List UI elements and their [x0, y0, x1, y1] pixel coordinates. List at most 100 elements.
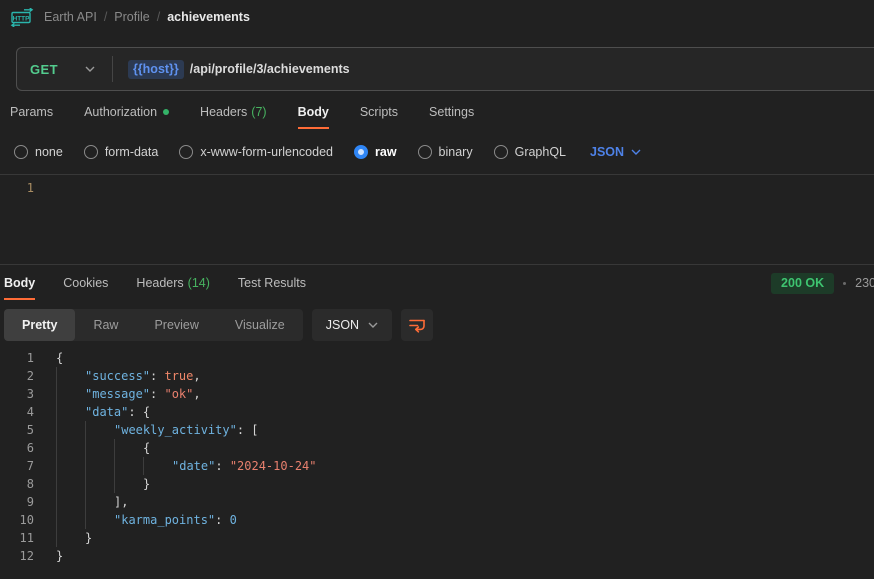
breadcrumb-separator: /: [157, 10, 160, 24]
response-format-label: JSON: [326, 318, 359, 332]
svg-text:HTTP: HTTP: [13, 15, 30, 22]
tab-authorization[interactable]: Authorization: [84, 98, 169, 129]
tab-label-params: Params: [10, 105, 53, 119]
line-content: "karma_points": 0: [56, 511, 237, 529]
response-view-switcher: PrettyRawPreviewVisualize: [4, 309, 303, 341]
response-tab-headers[interactable]: Headers(14): [136, 269, 209, 300]
token-punc: :: [150, 367, 164, 385]
token-punc: {: [56, 349, 63, 367]
token-key: "data": [85, 403, 128, 421]
line-content: "date": "2024-10-24": [56, 457, 317, 475]
body-mode-label-x-www-form-urlencoded: x-www-form-urlencoded: [200, 145, 333, 159]
tab-label-scripts: Scripts: [360, 105, 398, 119]
indent-guide: [114, 475, 143, 493]
url-bar: GET {{host}} /api/profile/3/achievements: [16, 47, 874, 91]
raw-language-dropdown[interactable]: JSON: [590, 145, 641, 159]
indent-guide: [85, 457, 114, 475]
indent-guide: [56, 457, 85, 475]
response-header: Body Cookies Headers(14) Test Results 200 O…: [0, 269, 874, 300]
line-content: "message": "ok",: [56, 385, 201, 403]
token-punc: ],: [114, 493, 128, 511]
body-mode-raw[interactable]: raw: [354, 145, 397, 159]
token-punc: {: [143, 439, 150, 457]
indent-guide: [114, 439, 143, 457]
tab-headers[interactable]: Headers(7): [200, 98, 267, 129]
body-mode-graphql[interactable]: GraphQL: [494, 145, 566, 159]
body-mode-label-none: none: [35, 145, 63, 159]
token-key: "message": [85, 385, 150, 403]
response-tab-label-test-results: Test Results: [238, 276, 306, 290]
status-badge: 200 OK: [771, 273, 834, 294]
response-tab-body[interactable]: Body: [4, 269, 35, 300]
token-key: "weekly_activity": [114, 421, 237, 439]
code-line: 12}: [0, 547, 874, 565]
response-tab-cookies[interactable]: Cookies: [63, 269, 108, 300]
view-tab-preview[interactable]: Preview: [136, 309, 216, 341]
response-format-dropdown[interactable]: JSON: [312, 309, 392, 341]
editor-line-number: 1: [0, 181, 34, 195]
code-line: 6{: [0, 439, 874, 457]
request-tabs: Params Authorization Headers(7) Body Scripts…: [10, 98, 874, 129]
indent-guide: [56, 367, 85, 385]
indent-guide: [143, 457, 172, 475]
indent-guide: [56, 439, 85, 457]
indent-guide: [85, 493, 114, 511]
indent-guide: [56, 385, 85, 403]
radio-icon-x-www-form-urlencoded: [179, 145, 193, 159]
response-tab-label-body: Body: [4, 276, 35, 290]
body-mode-label-graphql: GraphQL: [515, 145, 566, 159]
line-number: 1: [0, 349, 34, 367]
tab-body[interactable]: Body: [298, 98, 329, 129]
line-number: 10: [0, 511, 34, 529]
breadcrumb-folder[interactable]: Profile: [114, 10, 149, 24]
tab-params[interactable]: Params: [10, 98, 53, 129]
code-line: 11}: [0, 529, 874, 547]
code-line: 7 "date": "2024-10-24": [0, 457, 874, 475]
request-body-editor[interactable]: 1: [0, 174, 874, 265]
body-mode-x-www-form-urlencoded[interactable]: x-www-form-urlencoded: [179, 145, 333, 159]
indent-guide: [56, 511, 85, 529]
line-content: "success": true,: [56, 367, 201, 385]
tab-count-badge: (7): [251, 105, 266, 119]
chevron-down-icon[interactable]: [85, 66, 95, 72]
indent-guide: [56, 493, 85, 511]
token-num: 0: [230, 511, 237, 529]
line-number: 8: [0, 475, 34, 493]
method-selector[interactable]: GET: [17, 62, 58, 77]
radio-icon-raw: [354, 145, 368, 159]
indent-guide: [56, 421, 85, 439]
line-content: {: [56, 349, 63, 367]
chevron-down-icon: [368, 322, 378, 328]
line-number: 12: [0, 547, 34, 565]
view-tab-pretty[interactable]: Pretty: [4, 309, 75, 341]
token-punc: ,: [193, 385, 200, 403]
body-mode-none[interactable]: none: [14, 145, 63, 159]
token-punc: }: [143, 475, 150, 493]
tab-count-badge: (14): [188, 276, 210, 290]
breadcrumb-collection[interactable]: Earth API: [44, 10, 97, 24]
view-tab-visualize[interactable]: Visualize: [217, 309, 303, 341]
response-body-viewer[interactable]: 1{2"success": true,3"message": "ok",4"da…: [0, 341, 874, 579]
tab-label-body: Body: [298, 105, 329, 119]
response-tab-label-cookies: Cookies: [63, 276, 108, 290]
code-line: 8}: [0, 475, 874, 493]
host-variable-chip[interactable]: {{host}}: [128, 60, 184, 79]
indent-guide: [56, 475, 85, 493]
http-method-icon: HTTP: [10, 8, 34, 27]
tab-settings[interactable]: Settings: [429, 98, 474, 129]
chevron-down-icon: [631, 149, 641, 155]
code-line: 3"message": "ok",: [0, 385, 874, 403]
response-tab-test-results[interactable]: Test Results: [238, 269, 306, 300]
body-mode-label-form-data: form-data: [105, 145, 159, 159]
tab-scripts[interactable]: Scripts: [360, 98, 398, 129]
url-input[interactable]: /api/profile/3/achievements: [190, 62, 350, 76]
wrap-text-button[interactable]: [401, 309, 433, 341]
body-mode-binary[interactable]: binary: [418, 145, 473, 159]
radio-icon-form-data: [84, 145, 98, 159]
line-number: 7: [0, 457, 34, 475]
breadcrumb-separator: /: [104, 10, 107, 24]
response-tabs: Body Cookies Headers(14) Test Results: [4, 269, 306, 300]
raw-language-label: JSON: [590, 145, 624, 159]
body-mode-form-data[interactable]: form-data: [84, 145, 159, 159]
view-tab-raw[interactable]: Raw: [75, 309, 136, 341]
